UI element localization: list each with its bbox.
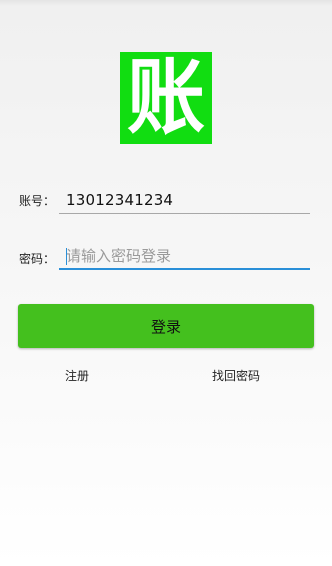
logo-glyph: 账 <box>126 52 205 144</box>
password-field-container[interactable] <box>59 244 310 270</box>
forgot-password-link[interactable]: 找回密码 <box>212 367 260 384</box>
register-link[interactable]: 注册 <box>65 367 89 384</box>
password-input[interactable] <box>66 244 306 268</box>
app-logo: 账 <box>120 52 212 144</box>
account-field[interactable]: 13012341234 <box>59 188 310 214</box>
password-label: 密码： <box>19 252 56 266</box>
account-value[interactable]: 13012341234 <box>66 191 173 209</box>
text-cursor <box>66 248 67 265</box>
login-button[interactable]: 登录 <box>18 304 314 348</box>
account-label: 账号： <box>19 194 56 208</box>
